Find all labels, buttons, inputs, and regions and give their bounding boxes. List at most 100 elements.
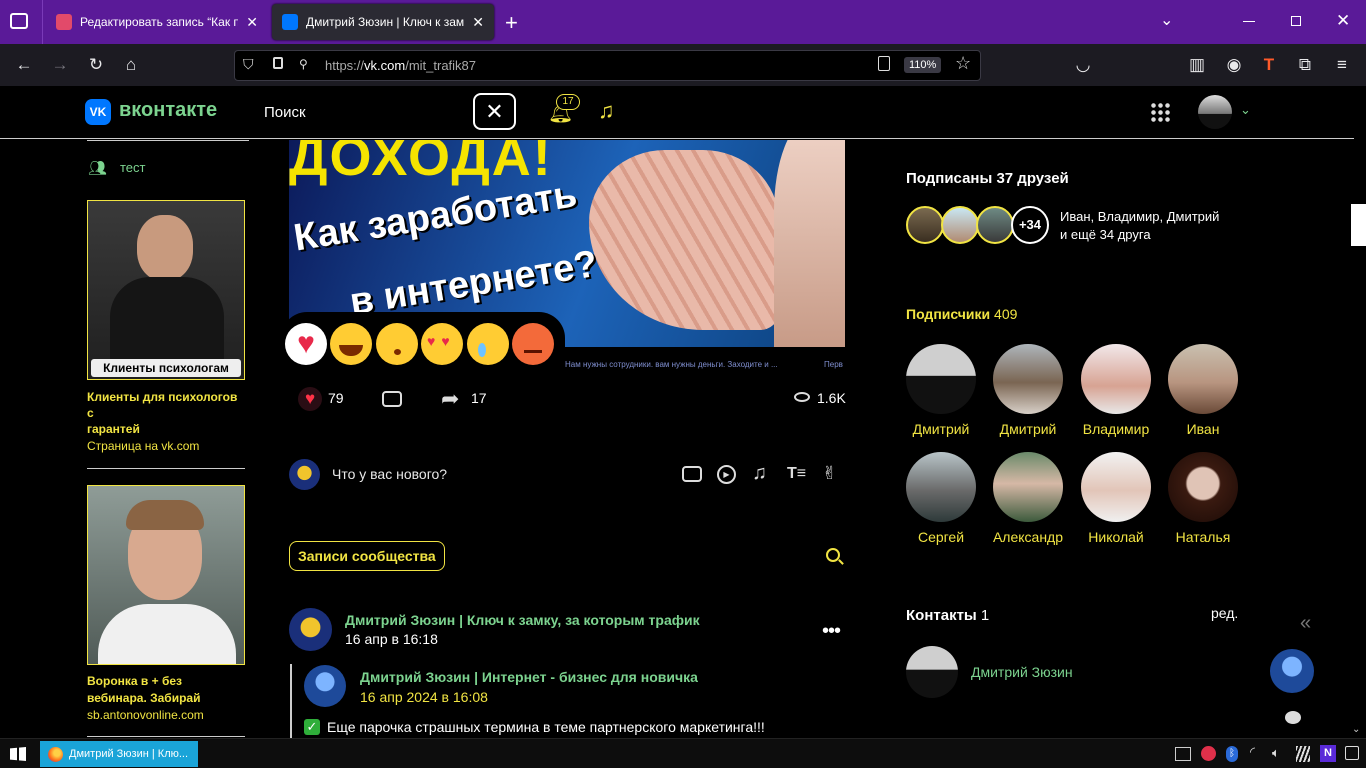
angry-reaction-icon[interactable] bbox=[512, 323, 554, 365]
ad-domain[interactable]: Страница на vk.com bbox=[87, 439, 199, 453]
kiss-reaction-icon[interactable] bbox=[376, 323, 418, 365]
apps-grid-icon[interactable] bbox=[1150, 102, 1170, 122]
collapse-chevron-icon[interactable]: « bbox=[1300, 612, 1311, 635]
subscribers-title[interactable]: Подписчики 409 bbox=[906, 306, 1017, 322]
subscriber-name[interactable]: Сергей bbox=[896, 529, 986, 545]
subscriber-name[interactable]: Дмитрий bbox=[983, 421, 1073, 437]
subscriber-name[interactable]: Дмитрий bbox=[896, 421, 986, 437]
friend-avatar[interactable] bbox=[976, 206, 1014, 244]
group-link[interactable]: тест bbox=[120, 160, 146, 175]
page-scrollbar[interactable] bbox=[1354, 86, 1366, 738]
lock-icon[interactable] bbox=[273, 57, 283, 69]
repost-date[interactable]: 16 апр 2024 в 16:08 bbox=[360, 689, 488, 705]
chat-bubble-icon[interactable] bbox=[1285, 711, 1301, 724]
like-button[interactable]: ♥ bbox=[298, 387, 322, 411]
comment-icon[interactable] bbox=[382, 391, 402, 407]
ad-title[interactable]: Клиенты для психологов с гарантей bbox=[87, 389, 247, 437]
ad-image[interactable] bbox=[87, 485, 245, 665]
tray-icon[interactable]: N bbox=[1320, 745, 1336, 762]
shield-icon[interactable]: ⛉ bbox=[243, 56, 254, 73]
subscriber-avatar[interactable] bbox=[1168, 344, 1238, 414]
chat-avatar[interactable] bbox=[1270, 649, 1314, 693]
user-avatar[interactable] bbox=[1198, 95, 1232, 129]
friends-title[interactable]: Подписаны 37 друзей bbox=[906, 170, 1069, 187]
subscriber-avatar[interactable] bbox=[906, 344, 976, 414]
contacts-title[interactable]: Контакты 1 bbox=[906, 607, 989, 624]
subscriber-avatar[interactable] bbox=[993, 344, 1063, 414]
scrollbar-thumb[interactable] bbox=[1351, 204, 1366, 246]
tab-overflow-chevron-icon[interactable]: ⌄ bbox=[1160, 10, 1173, 30]
heart-eyes-reaction-icon[interactable]: ♥♥ bbox=[421, 323, 463, 365]
reload-icon[interactable]: ↻ bbox=[85, 54, 107, 76]
friend-avatar[interactable] bbox=[941, 206, 979, 244]
extension-t-icon[interactable]: T bbox=[1258, 54, 1280, 76]
zoom-level[interactable]: 110% bbox=[904, 57, 942, 73]
share-icon[interactable]: ➦ bbox=[441, 386, 459, 412]
restore-button[interactable] bbox=[1291, 16, 1301, 26]
music-note-icon[interactable]: ♫ bbox=[752, 462, 767, 485]
subscriber-name[interactable]: Наталья bbox=[1158, 529, 1248, 545]
post-caption-right[interactable]: Перв bbox=[824, 360, 843, 369]
ad-domain[interactable]: sb.antonovonline.com bbox=[87, 708, 204, 722]
scroll-down-arrow-icon[interactable]: ⌄ bbox=[1352, 724, 1360, 735]
vk-logo-text[interactable]: вконтакте bbox=[119, 99, 217, 122]
ad-image[interactable]: Клиенты психологам bbox=[87, 200, 245, 380]
composer-input[interactable]: Что у вас нового? bbox=[332, 466, 447, 482]
crying-reaction-icon[interactable] bbox=[467, 323, 509, 365]
heart-reaction-icon[interactable]: ♥ bbox=[285, 323, 327, 365]
sidebar-icon[interactable]: ▥ bbox=[1186, 54, 1208, 76]
close-tab-icon[interactable]: ✕ bbox=[246, 14, 258, 31]
subscriber-name[interactable]: Владимир bbox=[1071, 421, 1161, 437]
music-icon[interactable]: ♫ bbox=[598, 98, 615, 124]
minimize-button[interactable] bbox=[1243, 21, 1255, 22]
subscriber-avatar[interactable] bbox=[1081, 344, 1151, 414]
account-icon[interactable]: ◉ bbox=[1223, 54, 1245, 76]
url-bar[interactable]: ⛉ ⚲ https://vk.com/mit_trafik87 110% ☆ bbox=[234, 50, 981, 81]
tray-icon[interactable] bbox=[1175, 747, 1191, 761]
tray-icon[interactable] bbox=[1296, 746, 1310, 762]
friends-more-badge[interactable]: +34 bbox=[1011, 206, 1049, 244]
subscriber-name[interactable]: Николай bbox=[1071, 529, 1161, 545]
post-date[interactable]: 16 апр в 16:18 bbox=[345, 631, 438, 647]
home-icon[interactable]: ⌂ bbox=[120, 54, 142, 76]
tab-vk-page[interactable]: Дмитрий Зюзин | Ключ к замк ✕ bbox=[272, 4, 494, 40]
back-icon[interactable]: ← bbox=[13, 54, 35, 76]
volume-icon[interactable]: 🔈︎ bbox=[1272, 745, 1280, 761]
post-caption[interactable]: Нам нужны сотрудники. вам нужны деньги. … bbox=[565, 360, 778, 369]
text-format-icon[interactable]: T≡ bbox=[787, 465, 806, 483]
contact-avatar[interactable] bbox=[906, 646, 958, 698]
vk-logo-icon[interactable]: VK bbox=[85, 99, 111, 125]
laughing-reaction-icon[interactable] bbox=[330, 323, 372, 365]
close-window-button[interactable]: ✕ bbox=[1336, 11, 1350, 31]
tab-community-posts[interactable]: Записи сообщества bbox=[289, 541, 445, 571]
contacts-edit-link[interactable]: ред. bbox=[1211, 605, 1238, 621]
camera-icon[interactable] bbox=[682, 466, 702, 482]
bluetooth-icon[interactable]: ᛒ bbox=[1226, 746, 1238, 762]
close-tab-icon[interactable]: ✕ bbox=[472, 14, 484, 31]
bookmark-star-icon[interactable]: ☆ bbox=[955, 53, 971, 74]
notifications-icon[interactable] bbox=[1345, 746, 1359, 760]
subscriber-avatar[interactable] bbox=[1168, 452, 1238, 522]
forward-icon[interactable]: → bbox=[49, 54, 71, 76]
subscriber-avatar[interactable] bbox=[906, 452, 976, 522]
video-icon[interactable]: ▶ bbox=[717, 465, 736, 484]
tab-edit-post[interactable]: Редактировать запись “Как по ✕ bbox=[46, 4, 268, 40]
contact-name[interactable]: Дмитрий Зюзин bbox=[971, 664, 1073, 680]
new-tab-button[interactable]: + bbox=[505, 10, 518, 36]
friend-avatar[interactable] bbox=[906, 206, 944, 244]
wifi-icon[interactable]: ◜ bbox=[1250, 744, 1255, 760]
subscriber-name[interactable]: Иван bbox=[1158, 421, 1248, 437]
post-more-icon[interactable]: ••• bbox=[822, 620, 841, 643]
repost-author[interactable]: Дмитрий Зюзин | Интернет - бизнес для но… bbox=[360, 669, 698, 685]
pocket-icon[interactable]: ◡ bbox=[1072, 54, 1094, 76]
repost-avatar[interactable] bbox=[304, 665, 346, 707]
windows-start-icon[interactable] bbox=[10, 747, 26, 761]
ad-title[interactable]: Воронка в + без вебинара. Забирай bbox=[87, 673, 247, 707]
subscriber-avatar[interactable] bbox=[1081, 452, 1151, 522]
permissions-icon[interactable]: ⚲ bbox=[299, 57, 308, 71]
tab-list-icon[interactable] bbox=[10, 13, 28, 29]
menu-icon[interactable]: ≡ bbox=[1331, 54, 1353, 76]
post-author[interactable]: Дмитрий Зюзин | Ключ к замку, за которым… bbox=[345, 612, 700, 628]
tray-icon[interactable] bbox=[1201, 746, 1216, 761]
search-link[interactable]: Поиск bbox=[264, 104, 306, 121]
